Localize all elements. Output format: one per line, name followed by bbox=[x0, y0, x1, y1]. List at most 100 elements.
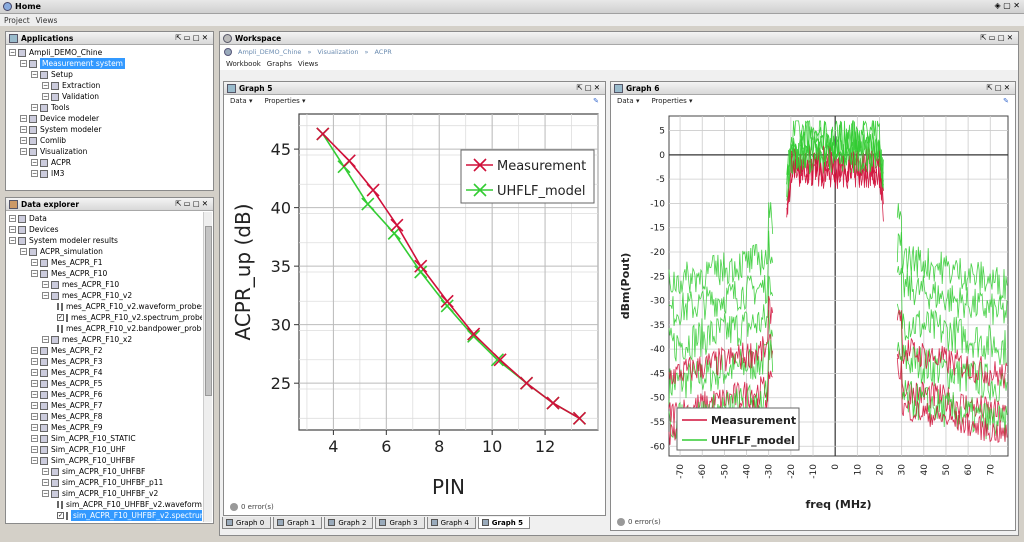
data-tree-item[interactable]: − System modeler results bbox=[9, 235, 202, 246]
data-tree-item[interactable]: − mes_ACPR_F10_v2 bbox=[9, 290, 202, 301]
expand-toggle-icon[interactable]: − bbox=[9, 49, 16, 56]
expand-toggle-icon[interactable]: − bbox=[20, 115, 27, 122]
menu-graphs[interactable]: Graphs bbox=[267, 60, 292, 68]
expand-toggle-icon[interactable]: − bbox=[42, 82, 49, 89]
expand-toggle-icon[interactable]: − bbox=[42, 281, 49, 288]
apps-tree-item[interactable]: − System modeler bbox=[9, 124, 213, 135]
data-tree-item[interactable]: ✓ sim_ACPR_F10_UHFBF_v2.spectrum_ bbox=[9, 510, 202, 521]
data-tree-item[interactable]: − Mes_ACPR_F1 bbox=[9, 257, 202, 268]
apps-tree-item[interactable]: − Setup bbox=[9, 69, 213, 80]
apps-tree-item[interactable]: − Comlib bbox=[9, 135, 213, 146]
tab-graph-0[interactable]: Graph 0 bbox=[222, 517, 272, 529]
menu-views[interactable]: Views bbox=[298, 60, 318, 68]
pin-icon[interactable]: ✎ bbox=[593, 97, 599, 105]
data-tree-item[interactable]: mes_ACPR_F10_v2.bandpower_probe bbox=[9, 323, 202, 334]
menu-workbook[interactable]: Workbook bbox=[226, 60, 261, 68]
data-tree-item[interactable]: − Mes_ACPR_F10 bbox=[9, 268, 202, 279]
properties-menu[interactable]: Properties ▾ bbox=[264, 97, 305, 105]
data-tree-item[interactable]: sim_ACPR_F10_UHFBF_v2.waveform_ bbox=[9, 499, 202, 510]
expand-toggle-icon[interactable]: − bbox=[42, 93, 49, 100]
data-tree-item[interactable]: − ACPR_simulation bbox=[9, 246, 202, 257]
expand-toggle-icon[interactable]: − bbox=[20, 137, 27, 144]
data-explorer-scrollbar[interactable] bbox=[203, 212, 212, 522]
expand-toggle-icon[interactable]: − bbox=[9, 226, 16, 233]
checkbox[interactable]: ✓ bbox=[57, 314, 64, 321]
expand-toggle-icon[interactable]: − bbox=[20, 248, 27, 255]
data-tree-item[interactable]: − Devices bbox=[9, 224, 202, 235]
tab-graph-2[interactable]: Graph 2 bbox=[324, 517, 374, 529]
panel-controls[interactable]: ⇱▭▢✕ bbox=[175, 33, 210, 42]
apps-tree-item[interactable]: − IM3 bbox=[9, 168, 213, 179]
checkbox[interactable] bbox=[57, 501, 59, 508]
expand-toggle-icon[interactable]: − bbox=[20, 126, 27, 133]
apps-tree-item[interactable]: − Visualization bbox=[9, 146, 213, 157]
panel-controls[interactable]: ⇱▢✕ bbox=[576, 83, 602, 92]
data-tree-item[interactable]: − sim_ACPR_F10_UHFBF_p11 bbox=[9, 477, 202, 488]
pin-icon[interactable]: ✎ bbox=[1003, 97, 1009, 105]
expand-toggle-icon[interactable]: − bbox=[42, 468, 49, 475]
expand-toggle-icon[interactable]: − bbox=[31, 259, 38, 266]
expand-toggle-icon[interactable]: − bbox=[42, 292, 49, 299]
apps-tree-item[interactable]: − Device modeler bbox=[9, 113, 213, 124]
apps-tree-item[interactable]: − ACPR bbox=[9, 157, 213, 168]
breadcrumb-item[interactable]: Ampli_DEMO_Chine bbox=[238, 48, 301, 56]
acpr-chart[interactable]: 4 6 8 10 12 25 30 35 40 45 PIN ACPR_up (dB) Measurem… bbox=[224, 108, 605, 504]
data-tree-item[interactable]: − Mes_ACPR_F8 bbox=[9, 411, 202, 422]
expand-toggle-icon[interactable]: − bbox=[31, 104, 38, 111]
expand-toggle-icon[interactable]: − bbox=[31, 347, 38, 354]
expand-toggle-icon[interactable]: − bbox=[31, 457, 38, 464]
expand-toggle-icon[interactable]: − bbox=[31, 270, 38, 277]
expand-toggle-icon[interactable]: − bbox=[31, 380, 38, 387]
apps-tree-item[interactable]: − Validation bbox=[9, 91, 213, 102]
data-menu[interactable]: Data ▾ bbox=[230, 97, 252, 105]
expand-toggle-icon[interactable]: − bbox=[31, 435, 38, 442]
checkbox[interactable]: ✓ bbox=[57, 512, 64, 519]
data-menu[interactable]: Data ▾ bbox=[617, 97, 639, 105]
data-tree-item[interactable]: − Mes_ACPR_F9 bbox=[9, 422, 202, 433]
apps-tree-item[interactable]: − Extraction bbox=[9, 80, 213, 91]
properties-menu[interactable]: Properties ▾ bbox=[651, 97, 692, 105]
panel-controls[interactable]: ⇱▭▢✕ bbox=[175, 199, 210, 208]
spectrum-chart[interactable]: -70 -60 -50 -40 -30 -20 -10 0 10 20 30 40 50 60 7050-5… bbox=[611, 108, 1015, 518]
data-tree-item[interactable]: − Sim_ACPR_F10_STATIC bbox=[9, 433, 202, 444]
data-tree-item[interactable]: − Mes_ACPR_F5 bbox=[9, 378, 202, 389]
data-tree-item[interactable]: − sim_ACPR_F10_UHFBF bbox=[9, 466, 202, 477]
menu-project[interactable]: Project bbox=[4, 16, 30, 25]
data-tree-item[interactable]: − Mes_ACPR_F7 bbox=[9, 400, 202, 411]
expand-toggle-icon[interactable]: − bbox=[9, 215, 16, 222]
expand-toggle-icon[interactable]: − bbox=[31, 413, 38, 420]
data-tree-item[interactable]: − Mes_ACPR_F2 bbox=[9, 345, 202, 356]
expand-toggle-icon[interactable]: − bbox=[31, 402, 38, 409]
checkbox[interactable] bbox=[57, 303, 59, 310]
data-tree-item[interactable]: − Sim_ACPR_F10_UHFBF bbox=[9, 455, 202, 466]
expand-toggle-icon[interactable]: − bbox=[31, 369, 38, 376]
data-tree-item[interactable]: − Mes_ACPR_F3 bbox=[9, 356, 202, 367]
expand-toggle-icon[interactable]: − bbox=[31, 391, 38, 398]
tab-graph-5[interactable]: Graph 5 bbox=[477, 517, 531, 529]
data-tree-item[interactable]: − mes_ACPR_F10 bbox=[9, 279, 202, 290]
expand-toggle-icon[interactable]: − bbox=[42, 490, 49, 497]
data-tree-item[interactable]: − mes_ACPR_F10_x2 bbox=[9, 334, 202, 345]
expand-toggle-icon[interactable]: − bbox=[31, 159, 38, 166]
expand-toggle-icon[interactable]: − bbox=[9, 237, 16, 244]
expand-toggle-icon[interactable]: − bbox=[42, 336, 49, 343]
data-tree-item[interactable]: − sim_ACPR_F10_UHFBF_v2 bbox=[9, 488, 202, 499]
data-tree-item[interactable]: − Sim_ACPR_F10_UHF bbox=[9, 444, 202, 455]
tab-graph-4[interactable]: Graph 4 bbox=[426, 517, 476, 529]
apps-tree-item[interactable]: − Tools bbox=[9, 102, 213, 113]
expand-toggle-icon[interactable]: − bbox=[31, 170, 38, 177]
expand-toggle-icon[interactable]: − bbox=[31, 424, 38, 431]
data-tree-item[interactable]: ✓ mes_ACPR_F10_v2.spectrum_probes bbox=[9, 312, 202, 323]
panel-controls[interactable]: ⇱▭▢✕ bbox=[980, 33, 1015, 42]
checkbox[interactable] bbox=[57, 325, 59, 332]
data-tree-item[interactable]: mes_ACPR_F10_v2.waveform_probes bbox=[9, 301, 202, 312]
window-controls[interactable]: ◈ ▢ ✕ bbox=[995, 1, 1021, 10]
expand-toggle-icon[interactable]: − bbox=[31, 446, 38, 453]
expand-toggle-icon[interactable]: − bbox=[20, 60, 27, 67]
expand-toggle-icon[interactable]: − bbox=[31, 71, 38, 78]
expand-toggle-icon[interactable]: − bbox=[20, 148, 27, 155]
panel-controls[interactable]: ⇱▢✕ bbox=[986, 83, 1012, 92]
data-tree-item[interactable]: − Data bbox=[9, 213, 202, 224]
breadcrumb-item[interactable]: ACPR bbox=[374, 48, 391, 56]
apps-tree-item[interactable]: − Ampli_DEMO_Chine bbox=[9, 47, 213, 58]
